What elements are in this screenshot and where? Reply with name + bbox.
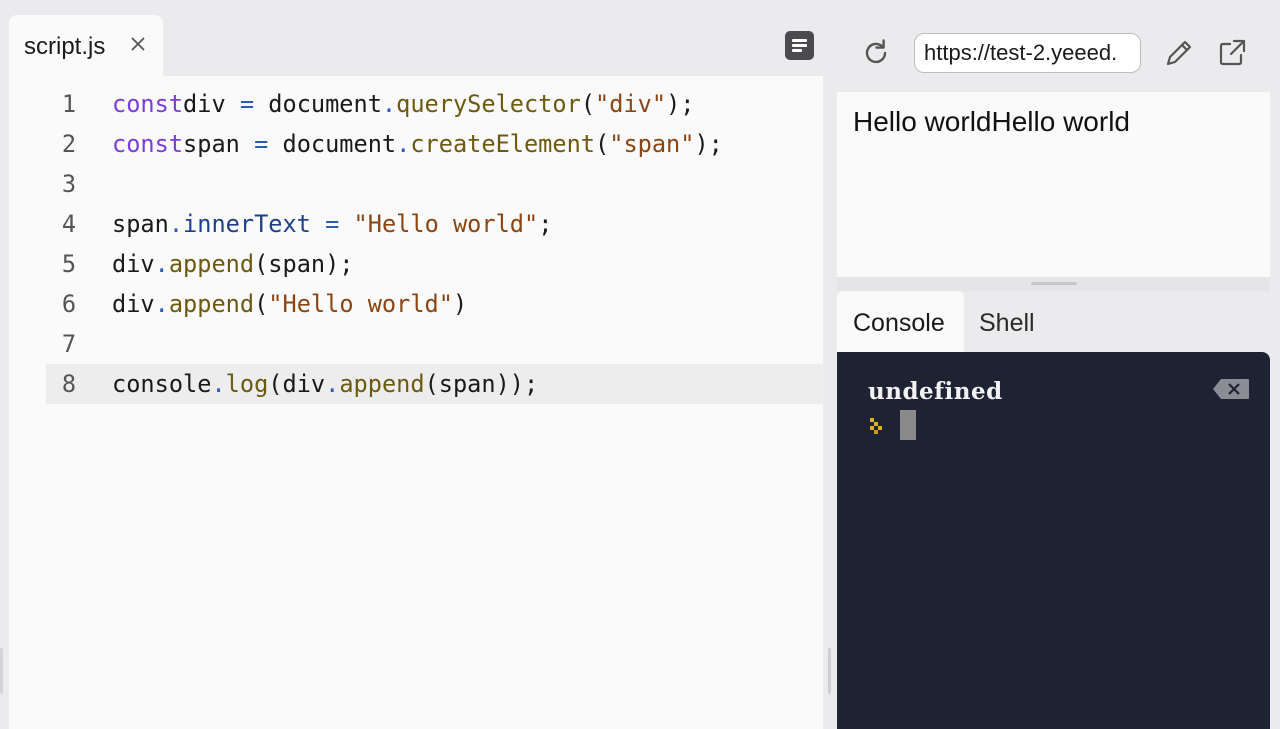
reload-icon[interactable] (860, 37, 892, 69)
preview-content: Hello worldHello world (853, 106, 1130, 137)
tab-console[interactable]: Console (837, 291, 964, 352)
code-line[interactable]: 8 console.log(div.append(span)); (46, 364, 823, 404)
console-panel: undefined (837, 352, 1270, 729)
tab-label: script.js (24, 33, 106, 60)
horizontal-resize-handle[interactable] (1031, 282, 1077, 285)
code-token: . (168, 210, 184, 238)
format-icon[interactable] (785, 31, 814, 60)
code-token: . (154, 290, 169, 318)
code-token: div (112, 250, 155, 278)
code-token: = (254, 130, 269, 158)
code-token: append (339, 370, 425, 398)
code-token: = (325, 210, 340, 238)
line-number: 5 (61, 250, 77, 278)
line-number: 2 (61, 130, 77, 158)
code-token: . (381, 90, 397, 118)
code-line[interactable]: 6 div.append("Hello world") (9, 284, 823, 324)
code-line[interactable]: 5 div.append(span); (9, 244, 823, 284)
code-text: console.log(div.append(span)); (112, 364, 538, 404)
code-token: (span); (254, 250, 354, 278)
code-line[interactable]: 4 span.innerText = "Hello world"; (9, 204, 823, 244)
code-token: document (268, 130, 397, 158)
code-line[interactable]: 2 constspan = document.createElement("spa… (9, 124, 823, 164)
code-token: const (112, 130, 184, 158)
edit-icon[interactable] (1163, 37, 1195, 69)
code-token: . (325, 370, 340, 398)
code-token: . (154, 250, 169, 278)
preview-toolbar (837, 0, 1280, 92)
code-line[interactable]: 1 constdiv = document.querySelector("div"… (9, 84, 823, 124)
code-text: div.append("Hello world") (112, 284, 467, 324)
line-number: 7 (61, 330, 77, 358)
tab-script-js[interactable]: script.js (9, 15, 163, 76)
console-output-line: undefined (868, 378, 1003, 405)
preview-url-field[interactable] (914, 33, 1141, 73)
code-editor[interactable]: 1 constdiv = document.querySelector("div"… (9, 76, 823, 729)
code-token: span (112, 210, 169, 238)
code-token: log (225, 370, 269, 398)
code-token: ; (538, 210, 553, 238)
code-token: innerText (183, 210, 311, 238)
code-token: div (183, 90, 240, 118)
line-number: 1 (61, 90, 77, 118)
code-token: "div" (595, 90, 667, 118)
prompt-icon (870, 418, 882, 434)
tab-shell[interactable]: Shell (979, 291, 1035, 352)
left-resize-handle[interactable] (0, 648, 3, 694)
code-text: constdiv = document.querySelector("div")… (112, 84, 694, 124)
code-token: . (211, 370, 226, 398)
horizontal-split (837, 277, 1270, 291)
code-token: "Hello world" (268, 290, 453, 318)
code-token: ); (666, 90, 695, 118)
code-token: ( (580, 90, 596, 118)
open-external-icon[interactable] (1216, 37, 1248, 69)
close-icon[interactable] (129, 35, 147, 53)
code-line[interactable]: 7 (9, 324, 823, 364)
code-token: append (168, 290, 255, 318)
code-token: . (396, 130, 411, 158)
code-token: "span" (609, 130, 695, 158)
left-gutter (0, 0, 9, 729)
code-token: const (112, 90, 184, 118)
code-token: (div (268, 370, 326, 398)
code-token: createElement (410, 130, 596, 158)
code-text: span.innerText = "Hello world"; (112, 204, 552, 244)
code-token: ); (694, 130, 723, 158)
preview-frame: Hello worldHello world (837, 92, 1270, 277)
code-token: = (239, 90, 255, 118)
code-token: console (112, 370, 212, 398)
console-input[interactable] (900, 410, 916, 440)
code-token: ( (254, 290, 269, 318)
editor-tabbar: script.js (9, 0, 823, 76)
console-tabbar: Console Shell (837, 291, 1270, 352)
code-token: querySelector (396, 90, 581, 118)
code-token: span (183, 130, 255, 158)
code-token: ) (452, 290, 468, 318)
line-number: 3 (61, 170, 77, 198)
code-token: ( (595, 130, 610, 158)
code-line[interactable]: 3 (9, 164, 823, 204)
line-number: 6 (61, 290, 77, 318)
line-number: 8 (61, 370, 77, 398)
code-token: (span)); (424, 370, 539, 398)
code-token: document (254, 90, 382, 118)
vertical-resize-handle[interactable] (828, 648, 831, 694)
code-token: div (112, 290, 155, 318)
code-text: constspan = document.createElement("span… (112, 124, 723, 164)
clear-console-icon[interactable] (1212, 378, 1250, 400)
line-number: 4 (61, 210, 77, 238)
code-token: append (168, 250, 255, 278)
code-token: "Hello world" (353, 210, 539, 238)
code-text: div.append(span); (112, 244, 354, 284)
